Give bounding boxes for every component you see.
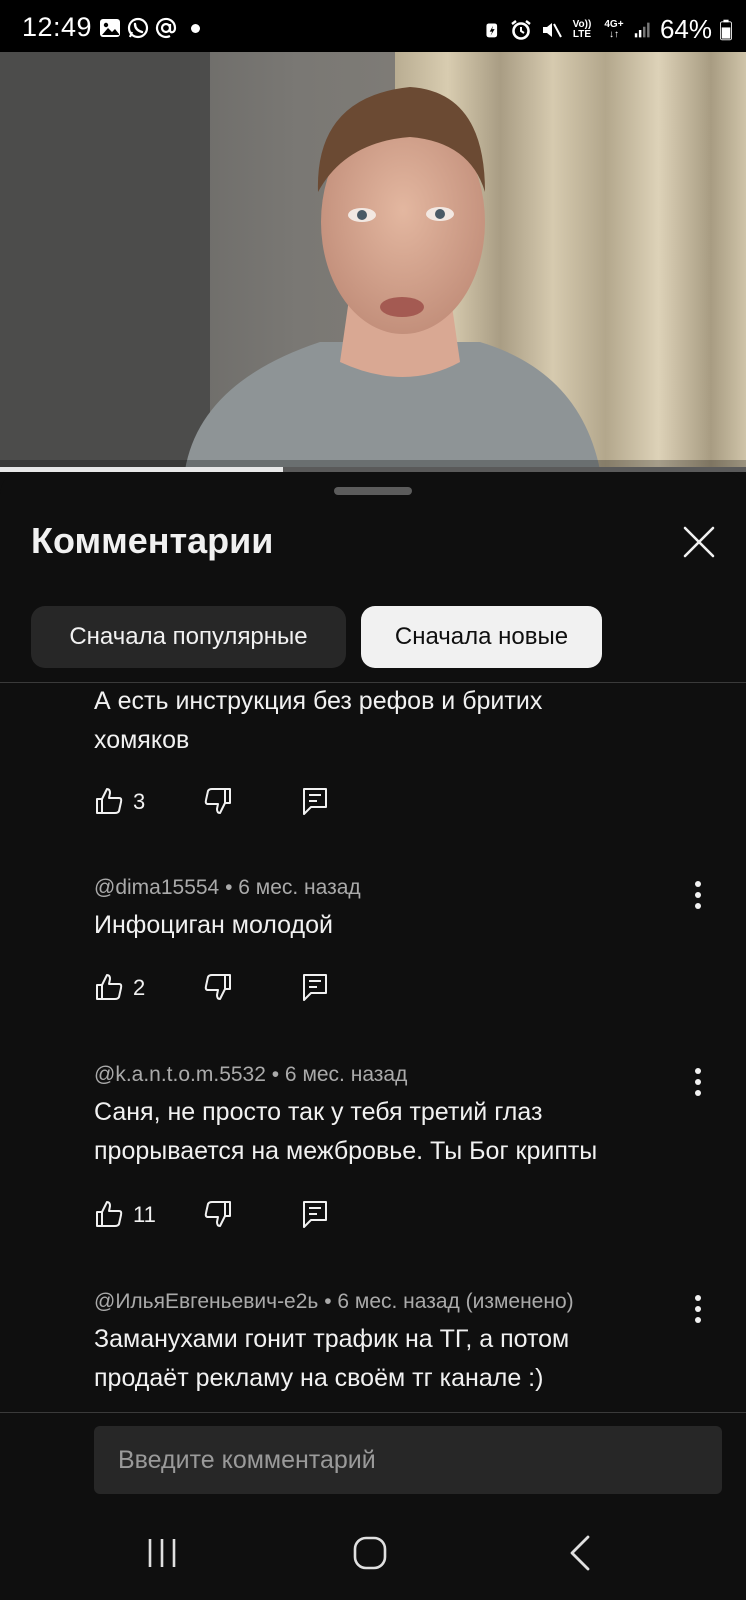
alarm-icon <box>511 19 531 40</box>
comment-input-container <box>94 1426 722 1494</box>
video-frame <box>0 52 746 470</box>
notification-icons <box>99 17 200 39</box>
comment-text-line: А есть инструкция без рефов и бритих <box>94 687 543 715</box>
back-icon[interactable] <box>556 1528 606 1578</box>
system-navigation-bar <box>0 1508 746 1600</box>
sheet-drag-handle[interactable] <box>334 487 412 495</box>
at-sign-icon <box>155 17 177 39</box>
more-notifications-dot <box>191 23 200 33</box>
comment-input[interactable] <box>94 1426 722 1494</box>
status-bar: 12:49 Vo)) LTE 4G+ ↓↑ 64% <box>0 0 746 52</box>
thumb-down-icon[interactable] <box>203 1199 233 1229</box>
reply-comment-icon[interactable] <box>301 1199 329 1229</box>
comment-text-line: Инфоциган молодой <box>94 911 333 939</box>
divider <box>0 1412 746 1413</box>
comments-list[interactable]: А есть инструкция без рефов и бритих хом… <box>0 683 746 1412</box>
close-icon[interactable] <box>679 522 719 562</box>
video-player[interactable] <box>0 52 746 470</box>
like-count: 3 <box>133 789 146 814</box>
whatsapp-icon <box>127 17 149 39</box>
gallery-icon <box>100 19 120 37</box>
comment-text-line: хомяков <box>94 726 190 754</box>
comment-text-line: Саня, не просто так у тебя третий глаз <box>94 1098 543 1126</box>
recent-apps-icon[interactable] <box>137 1528 187 1578</box>
sort-popular-chip[interactable]: Сначала популярные <box>31 606 346 668</box>
thumb-down-icon[interactable] <box>203 786 233 816</box>
comment-text-line: прорывается на межбровье. Ты Бог крипты <box>94 1137 598 1165</box>
reply-comment-icon[interactable] <box>301 786 329 816</box>
like-count: 2 <box>133 975 146 1000</box>
thumb-up-icon[interactable] <box>94 786 124 816</box>
network-4g-icon: 4G+ ↓↑ <box>604 18 624 40</box>
system-icons: Vo)) LTE 4G+ ↓↑ 64% <box>484 14 732 45</box>
thumb-down-icon[interactable] <box>203 972 233 1002</box>
thumb-up-icon[interactable] <box>94 972 124 1002</box>
comment-meta[interactable]: @dima15554 • 6 мес. назад <box>94 876 361 900</box>
status-time: 12:49 <box>22 12 93 42</box>
comment-text-line: Заманухами гонит трафик на ТГ, а потом <box>94 1325 570 1353</box>
sort-newest-chip[interactable]: Сначала новые <box>361 606 602 668</box>
comment-text-line: продаёт рекламу на своём тг канале :) <box>94 1364 544 1392</box>
battery-icon <box>720 19 732 40</box>
home-icon[interactable] <box>345 1528 395 1578</box>
comments-title: Комментарии <box>31 520 274 561</box>
comment-meta[interactable]: @ИльяЕвгеньевич-е2ь • 6 мес. назад (изме… <box>94 1290 574 1314</box>
volte-icon: Vo)) LTE <box>572 18 592 40</box>
like-count: 11 <box>133 1202 156 1227</box>
comment-meta[interactable]: @k.a.n.t.o.m.5532 • 6 мес. назад <box>94 1063 407 1087</box>
reply-comment-icon[interactable] <box>301 972 329 1002</box>
thumb-up-icon[interactable] <box>94 1199 124 1229</box>
battery-percent: 64% <box>659 14 712 44</box>
battery-saver-icon <box>486 22 498 37</box>
mute-icon <box>542 22 562 37</box>
signal-icon <box>634 22 650 37</box>
